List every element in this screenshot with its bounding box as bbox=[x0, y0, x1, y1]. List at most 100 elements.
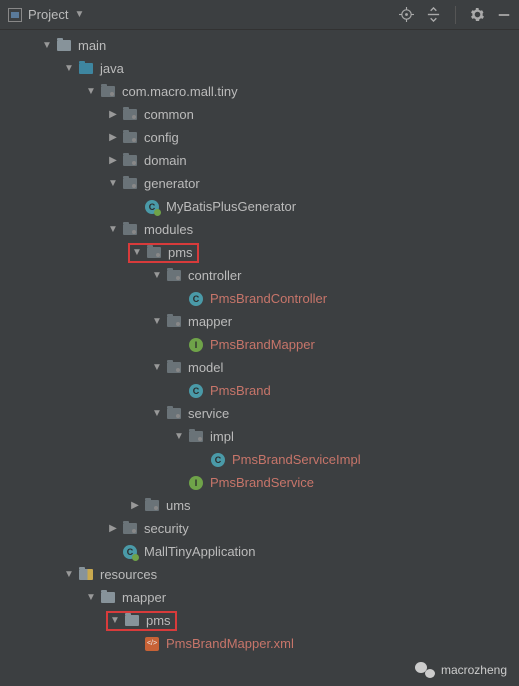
package-icon bbox=[166, 314, 182, 330]
expand-arrow-icon[interactable]: ▼ bbox=[150, 408, 164, 419]
interface-icon: I bbox=[188, 475, 204, 491]
collapse-arrow-icon[interactable]: ▶ bbox=[106, 109, 120, 120]
package-icon bbox=[122, 176, 138, 192]
expand-arrow-icon[interactable]: ▼ bbox=[84, 592, 98, 603]
tree-node-label: main bbox=[78, 38, 106, 53]
expand-arrow-icon[interactable]: ▼ bbox=[62, 569, 76, 580]
tree-row[interactable]: ▼ controller bbox=[0, 264, 519, 287]
resources-folder-icon bbox=[78, 567, 94, 583]
tree-row[interactable]: ▶config bbox=[0, 126, 519, 149]
watermark-text: macrozheng bbox=[441, 663, 507, 677]
tree-row[interactable]: ▶ common bbox=[0, 103, 519, 126]
toolbar-title: Project bbox=[28, 7, 68, 22]
expand-arrow-icon[interactable]: ▼ bbox=[106, 178, 120, 189]
package-icon bbox=[122, 222, 138, 238]
wechat-icon bbox=[415, 662, 435, 678]
tree-node-label: common bbox=[144, 107, 194, 122]
tree-row[interactable]: ▼ main bbox=[0, 34, 519, 57]
tree-row[interactable]: ▼ java bbox=[0, 57, 519, 80]
tree-node-label: generator bbox=[144, 176, 200, 191]
tree-row[interactable]: ▼pms bbox=[0, 241, 519, 264]
tree-node-label: PmsBrandMapper bbox=[210, 337, 315, 352]
expand-arrow-icon[interactable]: ▼ bbox=[62, 63, 76, 74]
collapse-all-icon[interactable] bbox=[426, 7, 441, 22]
tree-node-label: PmsBrand bbox=[210, 383, 271, 398]
folder-icon bbox=[56, 38, 72, 54]
tree-node-label: domain bbox=[144, 153, 187, 168]
package-icon bbox=[166, 406, 182, 422]
tree-row[interactable]: ▼ model bbox=[0, 356, 519, 379]
tree-node-label: mapper bbox=[188, 314, 232, 329]
tree-node-label: MallTinyApplication bbox=[144, 544, 256, 559]
watermark: macrozheng bbox=[415, 662, 507, 678]
toolbar: Project ▼ bbox=[0, 0, 519, 30]
tree-node-label: ums bbox=[166, 498, 191, 513]
class-icon: C bbox=[188, 291, 204, 307]
tree-row[interactable]: ▶ domain bbox=[0, 149, 519, 172]
tree-row[interactable]: ▼com.macro.mall.tiny bbox=[0, 80, 519, 103]
expand-arrow-icon[interactable]: ▼ bbox=[150, 362, 164, 373]
tree-row[interactable]: C PmsBrandController bbox=[0, 287, 519, 310]
tree-row[interactable]: ▼pms bbox=[0, 609, 519, 632]
class-icon: C bbox=[210, 452, 226, 468]
expand-arrow-icon[interactable]: ▼ bbox=[108, 615, 122, 626]
tree-row[interactable]: IPmsBrandService bbox=[0, 471, 519, 494]
tree-row[interactable]: C PmsBrandServiceImpl bbox=[0, 448, 519, 471]
tree-node-label: service bbox=[188, 406, 229, 421]
tree-row[interactable]: ▼resources bbox=[0, 563, 519, 586]
tree-row[interactable]: ▼ mapper bbox=[0, 310, 519, 333]
package-icon bbox=[166, 268, 182, 284]
project-tree: ▼main▼java▼com.macro.mall.tiny▶common▶co… bbox=[0, 30, 519, 659]
package-icon bbox=[122, 107, 138, 123]
xml-file-icon: </> bbox=[144, 636, 160, 652]
highlight-box: ▼pms bbox=[128, 243, 199, 263]
package-icon bbox=[144, 498, 160, 514]
package-icon bbox=[122, 153, 138, 169]
project-icon bbox=[8, 8, 22, 22]
class-icon: C bbox=[188, 383, 204, 399]
tree-node-label: java bbox=[100, 61, 124, 76]
source-folder-icon bbox=[78, 61, 94, 77]
tree-row[interactable]: ▼impl bbox=[0, 425, 519, 448]
tree-row[interactable]: ▼ mapper bbox=[0, 586, 519, 609]
package-icon bbox=[122, 521, 138, 537]
tree-row[interactable]: ▶ ums bbox=[0, 494, 519, 517]
chevron-down-icon: ▼ bbox=[74, 9, 84, 20]
hide-icon[interactable] bbox=[497, 8, 511, 22]
folder-icon bbox=[100, 590, 116, 606]
project-dropdown[interactable]: Project ▼ bbox=[8, 7, 84, 22]
tree-node-label: controller bbox=[188, 268, 241, 283]
expand-arrow-icon[interactable]: ▼ bbox=[150, 270, 164, 281]
tree-row[interactable]: ▼ service bbox=[0, 402, 519, 425]
tree-row[interactable]: </>PmsBrandMapper.xml bbox=[0, 632, 519, 655]
gear-icon[interactable] bbox=[470, 7, 485, 22]
package-icon bbox=[100, 84, 116, 100]
collapse-arrow-icon[interactable]: ▶ bbox=[106, 523, 120, 534]
tree-node-label: mapper bbox=[122, 590, 166, 605]
expand-arrow-icon[interactable]: ▼ bbox=[40, 40, 54, 51]
highlight-box: ▼pms bbox=[106, 611, 177, 631]
tree-row[interactable]: CMallTinyApplication bbox=[0, 540, 519, 563]
tree-node-label: security bbox=[144, 521, 189, 536]
collapse-arrow-icon[interactable]: ▶ bbox=[106, 155, 120, 166]
expand-arrow-icon[interactable]: ▼ bbox=[84, 86, 98, 97]
interface-icon: I bbox=[188, 337, 204, 353]
tree-row[interactable]: ▼ generator bbox=[0, 172, 519, 195]
locate-icon[interactable] bbox=[399, 7, 414, 22]
tree-row[interactable]: ▼modules bbox=[0, 218, 519, 241]
expand-arrow-icon[interactable]: ▼ bbox=[106, 224, 120, 235]
expand-arrow-icon[interactable]: ▼ bbox=[172, 431, 186, 442]
tree-row[interactable]: CMyBatisPlusGenerator bbox=[0, 195, 519, 218]
tree-row[interactable]: ▶ security bbox=[0, 517, 519, 540]
toolbar-separator bbox=[455, 6, 456, 24]
tree-node-label: PmsBrandController bbox=[210, 291, 327, 306]
collapse-arrow-icon[interactable]: ▶ bbox=[106, 132, 120, 143]
expand-arrow-icon[interactable]: ▼ bbox=[130, 247, 144, 258]
tree-node-label: PmsBrandServiceImpl bbox=[232, 452, 361, 467]
tree-row[interactable]: C PmsBrand bbox=[0, 379, 519, 402]
tree-node-label: MyBatisPlusGenerator bbox=[166, 199, 296, 214]
expand-arrow-icon[interactable]: ▼ bbox=[150, 316, 164, 327]
tree-node-label: model bbox=[188, 360, 223, 375]
collapse-arrow-icon[interactable]: ▶ bbox=[128, 500, 142, 511]
tree-row[interactable]: I PmsBrandMapper bbox=[0, 333, 519, 356]
